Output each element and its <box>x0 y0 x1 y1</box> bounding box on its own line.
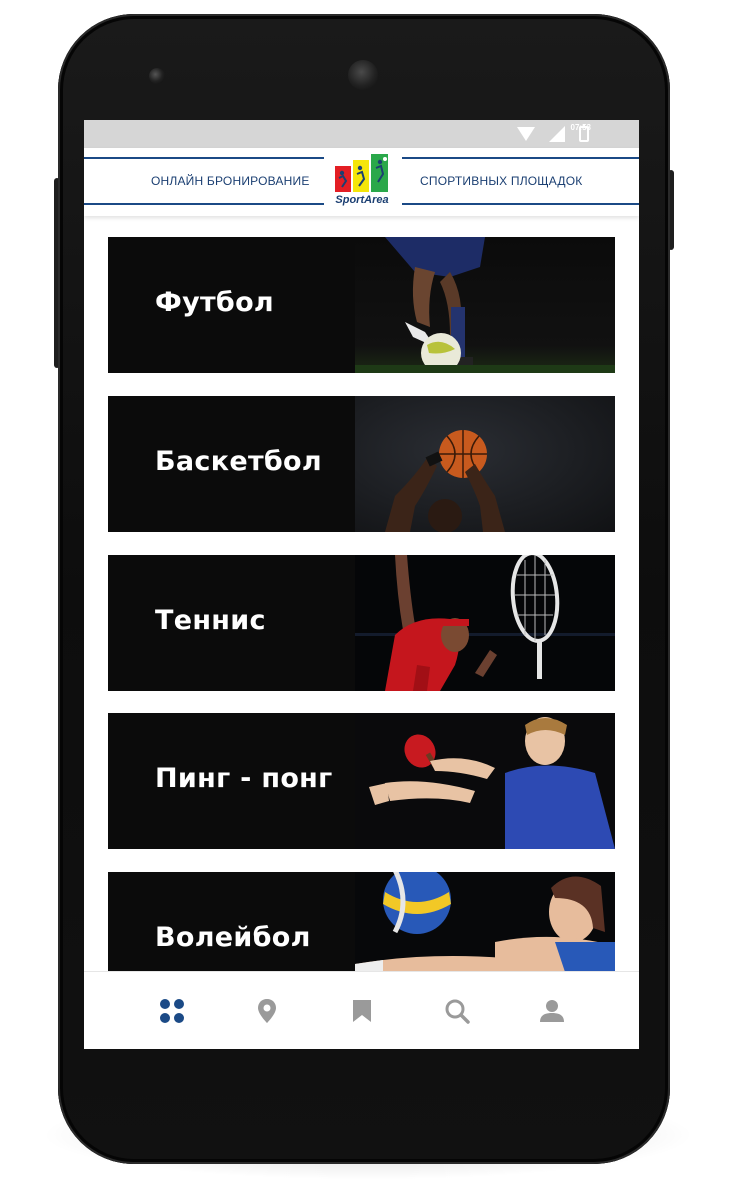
profile-icon <box>539 999 564 1022</box>
header-tagline-right: СПОРТИВНЫХ ПЛОЩАДОК <box>420 174 583 188</box>
app-screen: 07:53 ОНЛАЙН БРОНИРОВАНИЕ СПОРТИВНЫХ ПЛО… <box>84 120 639 1049</box>
bookmark-icon <box>352 999 371 1022</box>
bottom-navigation <box>84 971 639 1049</box>
logo-bars-icon <box>335 154 388 192</box>
wifi-icon <box>517 127 535 141</box>
earpiece <box>348 60 378 90</box>
basketball-player-image <box>355 396 615 532</box>
sport-card-label: Теннис <box>155 605 266 636</box>
sport-card-label: Волейбол <box>155 922 311 953</box>
front-camera <box>149 68 165 84</box>
nav-profile[interactable] <box>528 987 576 1035</box>
nav-search[interactable] <box>433 987 481 1035</box>
ping-pong-player-image <box>355 713 615 849</box>
status-time: 07:53 <box>570 123 591 132</box>
football-player-image <box>355 237 615 373</box>
map-pin-icon <box>257 998 276 1023</box>
header-tagline-left: ОНЛАЙН БРОНИРОВАНИЕ <box>151 174 310 188</box>
sport-card-basketball[interactable]: Баскетбол <box>108 396 615 532</box>
tennis-player-image <box>355 555 615 691</box>
nav-map[interactable] <box>243 987 291 1035</box>
logo-text: SportArea <box>335 194 389 206</box>
nav-categories[interactable] <box>148 987 196 1035</box>
nav-bookmarks[interactable] <box>338 987 386 1035</box>
sport-card-ping-pong[interactable]: Пинг - понг <box>108 713 615 849</box>
device-mockup: 07:53 ОНЛАЙН БРОНИРОВАНИЕ СПОРТИВНЫХ ПЛО… <box>0 0 736 1199</box>
signal-icon <box>549 126 565 142</box>
grid-icon <box>159 998 184 1023</box>
app-header: ОНЛАЙН БРОНИРОВАНИЕ СПОРТИВНЫХ ПЛОЩАДОК … <box>84 148 639 216</box>
sport-card-label: Баскетбол <box>155 446 322 477</box>
sport-card-label: Пинг - понг <box>155 763 333 794</box>
status-bar: 07:53 <box>84 120 639 148</box>
sport-card-tennis[interactable]: Теннис <box>108 555 615 691</box>
sportarea-logo[interactable]: SportArea <box>331 154 393 210</box>
search-icon <box>445 999 470 1024</box>
sport-card-football[interactable]: Футбол <box>108 237 615 373</box>
sport-card-label: Футбол <box>155 287 275 318</box>
